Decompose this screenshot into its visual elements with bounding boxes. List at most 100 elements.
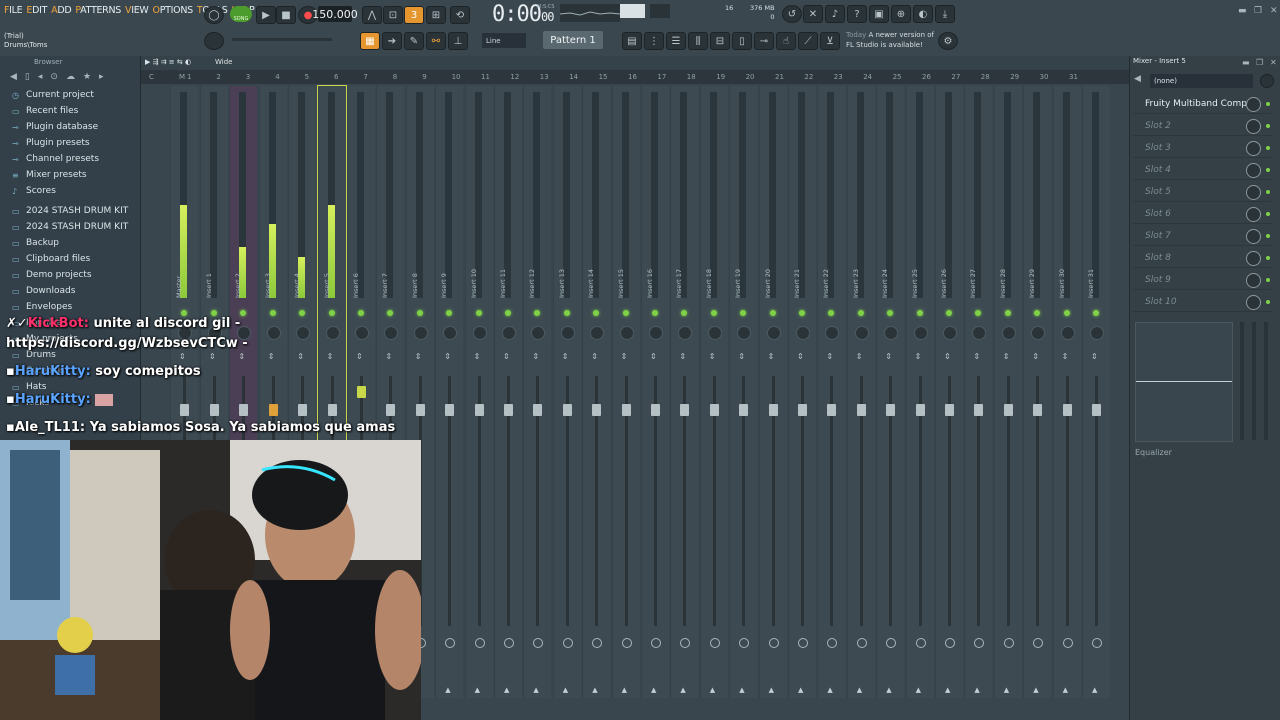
mixer-track[interactable]: Insert 24 ⇕ ▲ — [876, 86, 905, 698]
playlist-icon[interactable]: ▤ — [622, 32, 642, 50]
slot-enable-led-icon[interactable] — [1266, 102, 1270, 106]
cart-icon[interactable]: ⊻ — [820, 32, 840, 50]
track-name[interactable]: Insert 2 — [234, 238, 242, 298]
route-arrows-icon[interactable]: ⇕ — [768, 352, 775, 361]
track-name[interactable]: Insert 14 — [587, 238, 595, 298]
pan-knob[interactable] — [825, 326, 840, 340]
slot-enable-led-icon[interactable] — [1266, 124, 1270, 128]
track-name[interactable]: Insert 12 — [528, 238, 536, 298]
browser-item[interactable]: ≡ Mixer presets — [0, 167, 140, 183]
panel-maximize-icon[interactable]: ❐ — [1256, 58, 1263, 67]
fader-handle[interactable] — [268, 404, 278, 416]
mute-led-icon[interactable] — [681, 310, 688, 316]
mixer-track[interactable]: Insert 17 ⇕ ▲ — [670, 86, 699, 698]
browser-collapse-icon[interactable]: ◂ — [38, 72, 43, 82]
route-arrows-icon[interactable]: ⇕ — [738, 352, 745, 361]
stop-button[interactable]: ■ — [276, 6, 296, 24]
fader-handle[interactable] — [856, 404, 866, 416]
mute-led-icon[interactable] — [652, 310, 658, 316]
track-name[interactable]: Master — [175, 238, 183, 298]
stereo-knob[interactable] — [1092, 638, 1102, 648]
mixer-track[interactable]: Insert 27 ⇕ ▲ — [964, 86, 993, 698]
mixer-track[interactable]: Insert 21 ⇕ ▲ — [788, 86, 816, 698]
browser-item[interactable]: ▭ Backup — [0, 235, 140, 251]
mixer-track[interactable]: Insert 19 ⇕ ▲ — [729, 86, 758, 698]
fader-handle[interactable] — [210, 404, 219, 416]
route-arrows-icon[interactable]: ⇕ — [591, 352, 598, 361]
route-arrows-icon[interactable]: ⇕ — [532, 352, 539, 361]
chat-icon[interactable]: ◐ — [913, 5, 933, 23]
track-name[interactable]: Insert 16 — [646, 238, 654, 298]
stereo-knob[interactable] — [504, 638, 514, 648]
route-arrows-icon[interactable]: ⇕ — [474, 352, 481, 361]
fader-handle[interactable] — [709, 404, 719, 416]
tempo-display[interactable]: 150.000 — [312, 6, 358, 22]
slot-mix-knob[interactable] — [1246, 97, 1261, 112]
fader-handle[interactable] — [1033, 404, 1043, 416]
stereo-knob[interactable] — [768, 638, 779, 648]
wait-input-icon[interactable]: ⊡ — [383, 6, 403, 24]
effect-slot[interactable]: Slot 7 — [1133, 226, 1273, 246]
track-name[interactable]: Insert 7 — [381, 238, 389, 298]
route-arrows-icon[interactable]: ⇕ — [562, 352, 569, 361]
fader-handle[interactable] — [592, 404, 602, 416]
mute-led-icon[interactable] — [593, 310, 600, 316]
slot-enable-led-icon[interactable] — [1266, 146, 1270, 150]
track-name[interactable]: Insert 24 — [881, 238, 889, 298]
main-volume-knob[interactable] — [204, 32, 224, 50]
pan-knob[interactable] — [296, 326, 311, 340]
wand-icon[interactable]: ⟋ — [798, 32, 818, 50]
slot-enable-led-icon[interactable] — [1266, 212, 1270, 216]
file-icon[interactable]: ▯ — [732, 32, 752, 50]
pan-knob[interactable] — [472, 326, 487, 340]
stereo-knob[interactable] — [680, 638, 691, 648]
route-arrows-icon[interactable]: ⇕ — [503, 352, 510, 361]
route-arrows-icon[interactable]: ⇕ — [238, 352, 245, 361]
save-icon[interactable]: ▣ — [869, 5, 889, 23]
brush-icon[interactable]: ✎ — [404, 32, 424, 50]
route-arrows-icon[interactable]: ⇕ — [297, 352, 304, 361]
slot-mix-knob[interactable] — [1246, 185, 1261, 200]
metronome-icon[interactable]: ⋀ — [362, 6, 382, 24]
slot-mix-knob[interactable] — [1246, 207, 1261, 222]
track-name[interactable]: Insert 15 — [617, 238, 625, 298]
playlist-arrow-icon[interactable]: ➔ — [382, 32, 402, 50]
pan-knob[interactable] — [266, 326, 281, 340]
route-arrows-icon[interactable]: ⇕ — [444, 352, 451, 361]
mute-led-icon[interactable] — [710, 310, 717, 316]
plug-icon[interactable]: ⊸ — [754, 32, 774, 50]
effect-slot[interactable]: Slot 9 — [1133, 270, 1273, 290]
panel-close-icon[interactable]: ✕ — [1270, 58, 1277, 67]
close-icon[interactable]: ✕ — [1270, 6, 1278, 16]
loop-record-icon[interactable]: ⟲ — [450, 6, 470, 24]
track-name[interactable]: Insert 26 — [940, 238, 948, 298]
link-icon[interactable]: ⚯ — [426, 32, 446, 50]
track-name[interactable]: Insert 11 — [499, 238, 507, 298]
stereo-knob[interactable] — [621, 638, 632, 648]
eq-band-2-fader[interactable] — [1252, 322, 1256, 440]
browser-item[interactable]: ▭ Clipboard files — [0, 251, 140, 267]
mute-led-icon[interactable] — [563, 310, 570, 316]
mixer-track[interactable]: Insert 28 ⇕ ▲ — [993, 86, 1022, 698]
eq-band-1-fader[interactable] — [1240, 322, 1244, 440]
track-name[interactable]: Insert 1 — [205, 238, 213, 298]
route-arrows-icon[interactable]: ⇕ — [709, 352, 716, 361]
mute-led-icon[interactable] — [534, 310, 541, 316]
browser-item[interactable]: ♪ Scores — [0, 183, 140, 199]
pan-knob[interactable] — [707, 326, 722, 340]
slot-mix-knob[interactable] — [1246, 119, 1261, 134]
menu-file[interactable]: FILE — [4, 5, 23, 16]
stereo-knob[interactable] — [739, 638, 750, 648]
fader-handle[interactable] — [798, 404, 807, 416]
help-icon[interactable]: ? — [847, 5, 867, 23]
pan-knob[interactable] — [560, 326, 575, 340]
mute-led-icon[interactable] — [475, 310, 482, 316]
slot-enable-led-icon[interactable] — [1266, 168, 1270, 172]
update-hint[interactable]: Today A newer version of FL Studio is ava… — [846, 30, 934, 50]
mixer-arrows-icon[interactable]: ▶ ⇶ ⇉ ≡ ⇆ ◐ — [145, 58, 191, 66]
undo-icon[interactable]: ↺ — [782, 5, 802, 23]
panel-minimize-icon[interactable]: ▬ — [1242, 58, 1250, 67]
track-name[interactable]: Insert 18 — [705, 238, 713, 298]
stereo-knob[interactable] — [1062, 638, 1073, 648]
browser-item[interactable]: ⊸ Plugin presets — [0, 135, 140, 151]
